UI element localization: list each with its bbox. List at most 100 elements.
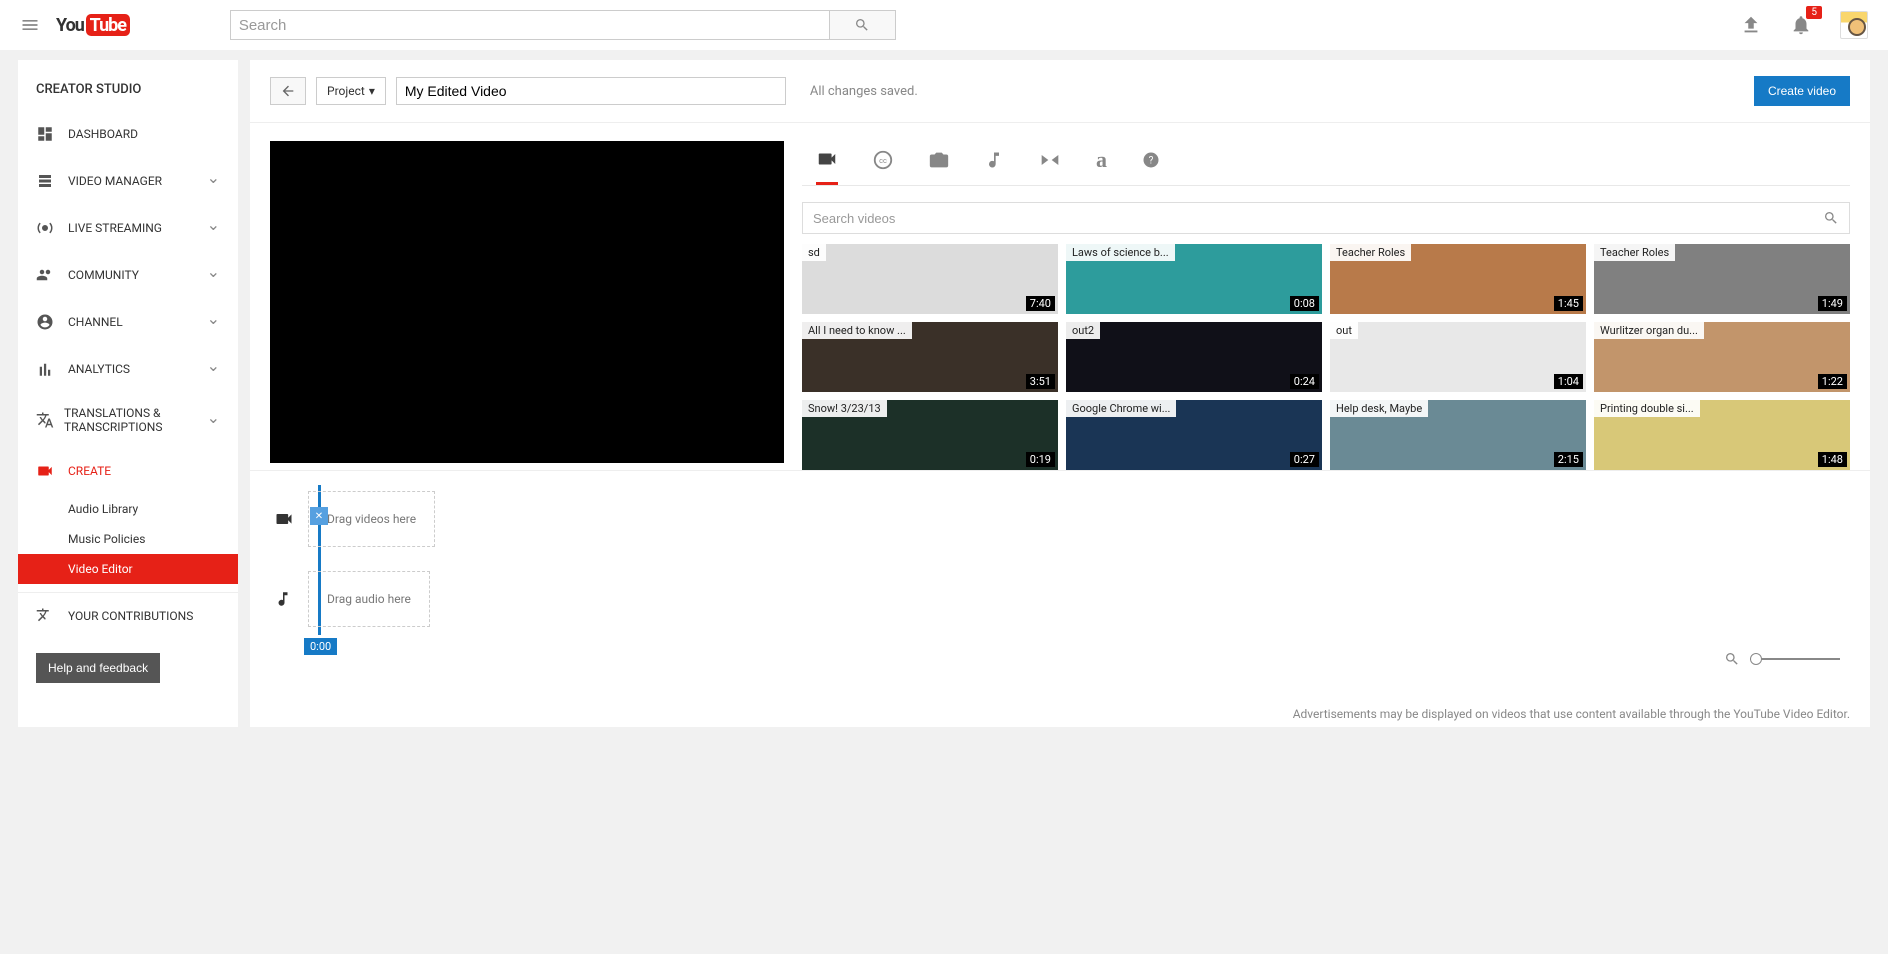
help-icon: ? <box>1141 150 1161 170</box>
sub-audio-library[interactable]: Audio Library <box>18 494 238 524</box>
library-search <box>802 202 1850 234</box>
thumb-title: Teacher Roles <box>1330 244 1411 261</box>
thumb-title: All I need to know ... <box>802 322 912 339</box>
video-thumb[interactable]: Laws of science b...0:08 <box>1066 244 1322 314</box>
library-search-input[interactable] <box>803 203 1813 233</box>
zoom-slider[interactable] <box>1750 658 1840 660</box>
create-icon <box>36 462 58 480</box>
zoom-handle[interactable] <box>1750 653 1762 665</box>
analytics-icon <box>36 360 58 378</box>
sidebar-title: CREATOR STUDIO <box>18 74 238 111</box>
videocam-icon <box>274 509 294 529</box>
logo-text-you: You <box>56 15 84 36</box>
avatar[interactable] <box>1840 11 1868 39</box>
thumb-title: sd <box>802 244 826 261</box>
svg-text:cc: cc <box>879 156 887 165</box>
cc-icon: cc <box>872 149 894 171</box>
video-thumb[interactable]: out2 0:24 <box>1066 322 1322 392</box>
sidebar-item-contributions[interactable]: YOUR CONTRIBUTIONS <box>18 592 238 639</box>
tab-transitions[interactable] <box>1038 150 1062 182</box>
zoom-controls <box>274 651 1846 667</box>
video-title-input[interactable] <box>396 77 786 105</box>
video-grid: sd7:40Laws of science b...0:08Teacher Ro… <box>802 244 1850 470</box>
thumb-title: out2 <box>1066 322 1100 339</box>
video-thumb[interactable]: Wurlitzer organ du...1:22 <box>1594 322 1850 392</box>
upload-icon[interactable] <box>1740 14 1762 36</box>
tab-cc[interactable]: cc <box>872 149 894 183</box>
video-preview[interactable] <box>270 141 784 463</box>
translate-icon <box>36 411 54 429</box>
tab-help[interactable]: ? <box>1141 150 1161 182</box>
sidebar-item-channel[interactable]: CHANNEL <box>18 298 238 345</box>
footer-note: Advertisements may be displayed on video… <box>250 679 1870 727</box>
thumb-duration: 1:49 <box>1818 296 1847 311</box>
camera-icon <box>928 149 950 171</box>
project-dropdown[interactable]: Project ▾ <box>316 77 386 105</box>
thumb-duration: 2:15 <box>1554 452 1583 467</box>
thumb-duration: 1:22 <box>1818 374 1847 389</box>
sidebar-item-translations[interactable]: TRANSLATIONS & TRANSCRIPTIONS <box>18 392 238 448</box>
tab-text[interactable]: a <box>1096 147 1107 185</box>
dashboard-icon <box>36 125 58 143</box>
video-drop-zone[interactable]: Drag videos here <box>308 491 435 547</box>
create-video-button[interactable]: Create video <box>1754 76 1850 106</box>
video-manager-icon <box>36 172 58 190</box>
thumb-title: Laws of science b... <box>1066 244 1175 261</box>
thumb-duration: 7:40 <box>1026 296 1055 311</box>
thumb-duration: 1:04 <box>1554 374 1583 389</box>
search-button[interactable] <box>830 10 896 40</box>
library-tabs: cc a ? <box>802 141 1850 186</box>
video-thumb[interactable]: All I need to know ...3:51 <box>802 322 1058 392</box>
sidebar: CREATOR STUDIO DASHBOARD VIDEO MANAGER L… <box>18 60 238 727</box>
video-thumb[interactable]: Google Chrome wi... 0:27 <box>1066 400 1322 470</box>
search-icon <box>854 17 870 33</box>
library-search-button[interactable] <box>1813 203 1849 233</box>
video-thumb[interactable]: Teacher Roles 1:49 <box>1594 244 1850 314</box>
help-feedback-button[interactable]: Help and feedback <box>36 653 160 683</box>
logo-box: Tube <box>86 14 130 36</box>
search-icon <box>1823 210 1839 226</box>
svg-text:?: ? <box>1149 155 1154 166</box>
sidebar-item-create[interactable]: CREATE <box>18 448 238 494</box>
tab-videos[interactable] <box>816 148 838 185</box>
video-thumb[interactable]: sd 7:40 <box>802 244 1058 314</box>
topbar-right: 5 <box>1740 11 1868 39</box>
menu-icon[interactable] <box>20 15 40 35</box>
video-thumb[interactable]: out 1:04 <box>1330 322 1586 392</box>
thumb-title: out <box>1330 322 1358 339</box>
media-library: cc a ? sd7:40Laws of science b...0:08Tea… <box>802 141 1850 470</box>
videocam-icon <box>816 148 838 170</box>
tab-audio[interactable] <box>984 150 1004 182</box>
audio-drop-zone[interactable]: Drag audio here <box>308 571 430 627</box>
thumb-duration: 0:24 <box>1290 374 1319 389</box>
zoom-icon[interactable] <box>1724 651 1740 667</box>
thumb-title: Printing double si... <box>1594 400 1700 417</box>
sidebar-item-community[interactable]: COMMUNITY <box>18 251 238 298</box>
search-input[interactable] <box>230 10 830 40</box>
video-thumb[interactable]: Teacher Roles1:45 <box>1330 244 1586 314</box>
back-button[interactable] <box>270 77 306 105</box>
youtube-logo[interactable]: You Tube <box>56 14 130 36</box>
notification-badge: 5 <box>1806 6 1822 19</box>
video-thumb[interactable]: Snow! 3/23/130:19 <box>802 400 1058 470</box>
sidebar-item-video-manager[interactable]: VIDEO MANAGER <box>18 157 238 204</box>
editor-toolbar: Project ▾ All changes saved. Create vide… <box>250 60 1870 123</box>
timeline: 0:00 Drag videos here Drag audio here <box>250 470 1870 679</box>
sidebar-item-live-streaming[interactable]: LIVE STREAMING <box>18 204 238 251</box>
thumb-title: Help desk, Maybe <box>1330 400 1428 417</box>
sidebar-item-dashboard[interactable]: DASHBOARD <box>18 111 238 157</box>
video-thumb[interactable]: Help desk, Maybe 2:15 <box>1330 400 1586 470</box>
notifications-icon[interactable]: 5 <box>1790 14 1812 36</box>
sub-video-editor[interactable]: Video Editor <box>18 554 238 584</box>
contributions-icon <box>36 607 58 625</box>
sub-music-policies[interactable]: Music Policies <box>18 524 238 554</box>
caret-down-icon: ▾ <box>369 84 375 98</box>
tab-photos[interactable] <box>928 149 950 183</box>
thumb-duration: 0:27 <box>1290 452 1319 467</box>
thumb-title: Google Chrome wi... <box>1066 400 1176 417</box>
sidebar-item-analytics[interactable]: ANALYTICS <box>18 345 238 392</box>
playhead-time: 0:00 <box>304 638 337 655</box>
thumb-title: Teacher Roles <box>1594 244 1675 261</box>
back-icon <box>280 83 296 99</box>
video-thumb[interactable]: Printing double si...1:48 <box>1594 400 1850 470</box>
